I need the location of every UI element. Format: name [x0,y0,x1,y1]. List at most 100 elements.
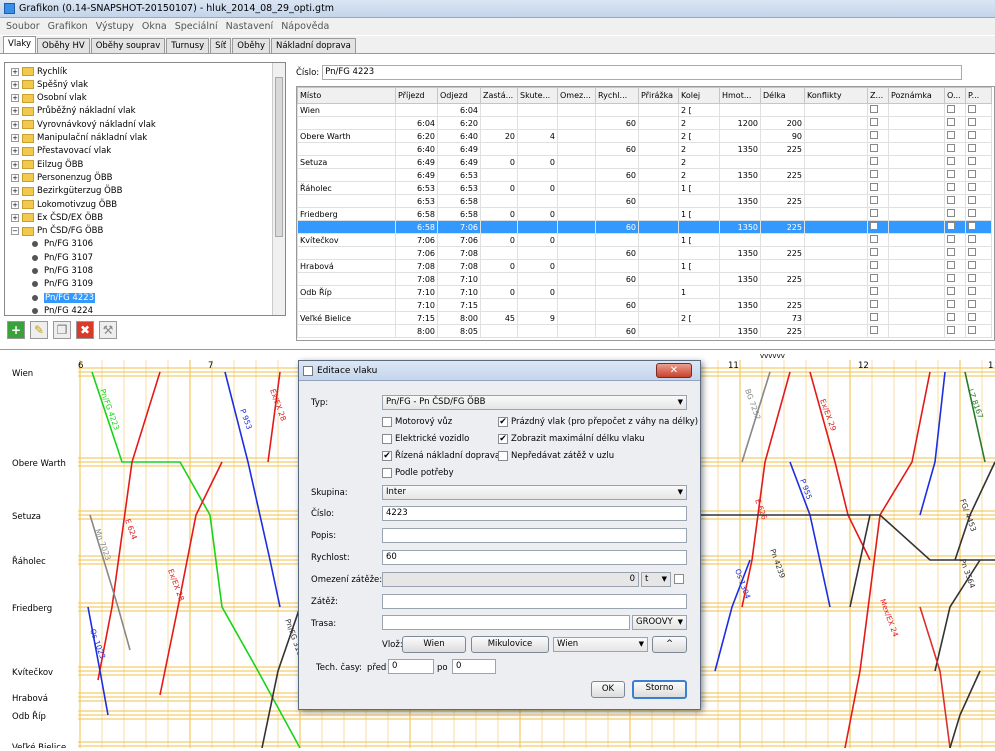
table-cell[interactable]: 60 [595,168,639,182]
table-cell[interactable]: 2 [ [678,129,720,143]
table-cell[interactable]: 1350 [719,298,761,312]
table-cell[interactable]: 7:08 [437,246,481,260]
row-checkbox[interactable] [870,326,878,334]
table-cell[interactable] [557,259,596,273]
row-checkbox[interactable] [870,274,878,282]
row-checkbox[interactable] [870,261,878,269]
column-header[interactable]: Příjezd [395,87,438,104]
table-cell[interactable]: 7:15 [395,311,438,325]
table-cell[interactable] [804,298,868,312]
table-cell[interactable] [760,259,805,273]
table-cell[interactable] [638,220,679,234]
table-cell[interactable] [804,324,868,338]
table-cell[interactable]: 6:53 [395,194,438,208]
table-cell[interactable] [965,142,992,156]
tree-category[interactable]: + Spěšný vlak [11,78,88,91]
table-cell[interactable] [888,220,945,234]
tree-train[interactable]: Pn/FG 3107 [29,251,93,264]
table-row[interactable]: 6:53 6:58 60 1350 225 [297,194,992,208]
table-row[interactable]: 6:04 6:20 60 2 1200 200 [297,116,992,130]
row-checkbox[interactable] [968,222,976,230]
row-checkbox[interactable] [870,248,878,256]
table-cell[interactable] [965,207,992,221]
table-cell[interactable]: 1350 [719,168,761,182]
table-row[interactable]: Friedberg 6:58 6:58 0 0 1 [ [297,207,992,221]
move-up-button[interactable]: ^ [652,636,687,653]
table-cell[interactable] [638,103,679,117]
table-cell[interactable] [517,220,558,234]
row-checkbox[interactable] [870,170,878,178]
table-cell[interactable]: 6:53 [395,181,438,195]
table-cell[interactable]: 7:10 [437,272,481,286]
table-cell[interactable] [719,103,761,117]
tab[interactable]: Vlaky [3,36,37,53]
row-checkbox[interactable] [870,313,878,321]
table-cell[interactable] [760,181,805,195]
table-cell[interactable] [557,298,596,312]
table-cell[interactable]: 225 [760,194,805,208]
row-checkbox[interactable] [947,222,955,230]
table-cell[interactable]: 6:49 [395,155,438,169]
row-checkbox[interactable] [968,196,976,204]
table-cell[interactable] [944,103,966,117]
table-cell[interactable] [678,272,720,286]
table-cell[interactable]: 1350 [719,194,761,208]
table-cell[interactable] [517,246,558,260]
table-cell[interactable]: Hrabová [297,259,396,273]
row-checkbox[interactable] [947,248,955,256]
table-cell[interactable] [867,311,889,325]
table-cell[interactable] [719,155,761,169]
table-cell[interactable] [638,272,679,286]
column-header[interactable]: Délka [760,87,805,104]
table-cell[interactable]: 1350 [719,324,761,338]
po-field[interactable]: 0 [452,659,496,674]
table-cell[interactable] [760,207,805,221]
table-cell[interactable]: 7:10 [395,285,438,299]
table-cell[interactable] [480,246,518,260]
table-cell[interactable] [297,324,396,338]
table-cell[interactable]: 7:10 [437,285,481,299]
table-row[interactable]: 7:10 7:15 60 1350 225 [297,298,992,312]
row-checkbox[interactable] [870,144,878,152]
table-cell[interactable] [480,272,518,286]
table-cell[interactable] [804,168,868,182]
tree-category[interactable]: + Osobní vlak [11,92,87,105]
table-cell[interactable] [944,298,966,312]
table-row[interactable]: Veľké Bielice 7:15 8:00 45 9 2 [73 [297,311,992,325]
table-cell[interactable]: 6:20 [395,129,438,143]
table-cell[interactable]: 6:58 [395,207,438,221]
train-tree[interactable]: + Rychlík + Spěšný vlak + Osobní vlak + Průběžn… [4,62,286,316]
omezeni-unit-select[interactable]: t ▼ [641,572,671,587]
table-cell[interactable] [760,103,805,117]
table-cell[interactable] [888,116,945,130]
table-cell[interactable]: 7:06 [395,233,438,247]
table-cell[interactable]: 225 [760,246,805,260]
table-cell[interactable]: Friedberg [297,207,396,221]
table-cell[interactable]: 20 [480,129,518,143]
vloz-wien-button[interactable]: Wien [402,636,466,653]
tab[interactable]: Oběhy HV [37,38,90,53]
vloz-station-select[interactable]: Wien ▼ [553,637,648,652]
train-path[interactable] [849,514,871,608]
table-cell[interactable]: 8:00 [437,311,481,325]
table-cell[interactable] [867,246,889,260]
table-row[interactable]: Řáholec 6:53 6:53 0 0 1 [ [297,181,992,195]
edit-button[interactable]: ✎ [30,321,48,339]
table-cell[interactable]: Setuza [297,155,396,169]
row-checkbox[interactable] [968,235,976,243]
table-cell[interactable] [888,168,945,182]
table-cell[interactable] [944,116,966,130]
table-cell[interactable] [638,324,679,338]
storno-button[interactable]: Storno [632,680,687,699]
table-cell[interactable] [595,103,639,117]
table-cell[interactable] [760,233,805,247]
row-checkbox[interactable] [968,313,976,321]
expander-icon[interactable]: + [11,107,19,116]
table-cell[interactable]: 6:49 [395,168,438,182]
expander-icon[interactable]: − [11,227,19,236]
table-cell[interactable]: 2 [678,116,720,130]
table-cell[interactable]: 1 [ [678,181,720,195]
table-cell[interactable] [557,103,596,117]
row-checkbox[interactable] [947,287,955,295]
row-checkbox[interactable] [870,287,878,295]
